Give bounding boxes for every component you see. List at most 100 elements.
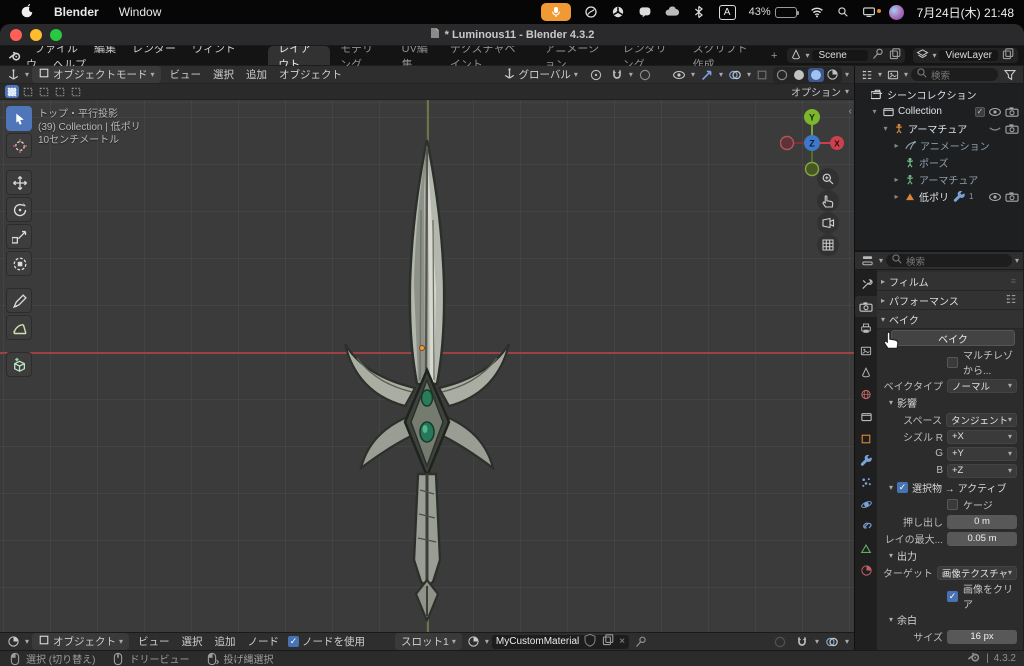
- bake-button[interactable]: ベイク: [891, 330, 1015, 346]
- outliner-item-label[interactable]: シーンコレクション: [887, 87, 977, 102]
- viewport-ortho-grid-button[interactable]: [817, 234, 839, 256]
- navigation-gizmo[interactable]: Y Z X: [780, 108, 844, 178]
- dropdown-G[interactable]: +Y▾: [947, 447, 1017, 461]
- value-field-レイの最大...[interactable]: 0.05 m: [947, 532, 1017, 546]
- menubar-item-window[interactable]: Window: [109, 5, 172, 19]
- unlink-material-icon[interactable]: ×: [619, 636, 625, 647]
- properties-editor-icon[interactable]: [859, 254, 876, 267]
- value-field-サイズ[interactable]: 16 px: [947, 630, 1017, 644]
- dropdown-ターゲット[interactable]: 画像テクスチャ▾: [937, 566, 1017, 580]
- viewport-menu-選択[interactable]: 選択: [207, 69, 240, 81]
- close-window-button[interactable]: [10, 29, 22, 41]
- tool-measure-button[interactable]: [6, 315, 32, 340]
- properties-tab-collection[interactable]: [855, 406, 877, 427]
- disclosure-closed-icon[interactable]: ▸: [892, 141, 901, 150]
- scene-name[interactable]: Scene: [812, 50, 868, 61]
- workspace-tab-レンダリング[interactable]: レンダリング: [613, 46, 683, 65]
- proportional-edit-icon[interactable]: [771, 635, 789, 649]
- display-mode-icon[interactable]: [885, 69, 901, 81]
- panel-drag-handle[interactable]: ≡: [1011, 276, 1017, 286]
- scene-selector[interactable]: ▾ Scene: [787, 48, 905, 63]
- use-nodes-checkbox[interactable]: ✓: [288, 636, 299, 647]
- tool-add-cube-button[interactable]: [6, 352, 32, 377]
- options-dropdown[interactable]: オプション ▾: [791, 84, 849, 99]
- eye-closed-icon[interactable]: [988, 122, 1002, 136]
- panel-header-フィルム[interactable]: ▸フィルム≡: [877, 272, 1023, 291]
- eye-icon[interactable]: [988, 190, 1002, 204]
- sword-model[interactable]: [317, 130, 537, 622]
- workspace-tab-テクスチャペイント[interactable]: テクスチャペイント: [440, 46, 535, 65]
- disclosure-open-icon[interactable]: ▾: [881, 124, 890, 133]
- snap-magnet-icon[interactable]: [608, 68, 626, 82]
- zoom-window-button[interactable]: [50, 29, 62, 41]
- properties-tab-scene[interactable]: [855, 362, 877, 383]
- orientation-dropdown[interactable]: グローバル ▾: [497, 66, 584, 84]
- properties-tab-material[interactable]: [855, 560, 877, 581]
- overlays-dropdown[interactable]: [823, 635, 841, 649]
- subsection-header-影響[interactable]: ▾影響: [877, 394, 1023, 411]
- outliner-item-label[interactable]: アニメーション: [920, 138, 990, 153]
- snap-magnet-icon[interactable]: [793, 635, 811, 649]
- tool-move-button[interactable]: [6, 170, 32, 195]
- shader-menu-追加[interactable]: 追加: [209, 636, 242, 648]
- properties-search-input[interactable]: 検索: [886, 254, 1012, 267]
- subsection-header-出力[interactable]: ▾出力: [877, 547, 1023, 564]
- outliner-item-label[interactable]: アーマチュア: [919, 172, 978, 187]
- shading-material-button[interactable]: [808, 68, 824, 82]
- tool-transform-button[interactable]: [6, 251, 32, 276]
- mode-dropdown[interactable]: オブジェクトモード ▾: [32, 66, 161, 83]
- viewport-menu-オブジェクト[interactable]: オブジェクト: [273, 69, 348, 81]
- outliner-row[interactable]: ▸ アーマチュア: [855, 171, 1023, 188]
- outliner-editor-icon[interactable]: [859, 69, 875, 81]
- workspace-tab-レイアウト[interactable]: レイアウト: [268, 46, 330, 65]
- disclosure-closed-icon[interactable]: ▸: [892, 175, 901, 184]
- copy-material-icon[interactable]: [601, 633, 615, 650]
- material-slot-dropdown[interactable]: スロット1 ▾: [395, 633, 462, 650]
- outliner-search-input[interactable]: 検索: [911, 68, 998, 81]
- shading-solid-button[interactable]: [791, 68, 807, 82]
- blender-logo-icon[interactable]: [6, 49, 24, 63]
- disclosure-closed-icon[interactable]: ▸: [892, 192, 901, 201]
- menubar-item-blender[interactable]: Blender: [44, 5, 109, 19]
- menubar-clock[interactable]: 7月24日(木) 21:48: [917, 4, 1014, 21]
- new-viewlayer-icon[interactable]: [1001, 47, 1015, 64]
- xray-toggle-icon[interactable]: [754, 69, 770, 81]
- properties-tab-constraints[interactable]: [855, 516, 877, 537]
- siri-icon[interactable]: [889, 5, 904, 20]
- shader-editor-type-icon[interactable]: [5, 635, 22, 648]
- pivot-point-dropdown[interactable]: [587, 68, 605, 82]
- outliner-row[interactable]: ポーズ: [855, 154, 1023, 171]
- input-source-indicator[interactable]: A: [719, 5, 736, 20]
- subsection-header-選択物 → アクティブ[interactable]: ▾✓選択物 → アクティブ: [877, 479, 1023, 496]
- outliner-row[interactable]: ▸低ポリ1: [855, 188, 1023, 205]
- outliner-item-label[interactable]: ポーズ: [919, 155, 949, 170]
- properties-tab-particles[interactable]: [855, 472, 877, 493]
- eye-icon[interactable]: [988, 105, 1002, 119]
- window-titlebar[interactable]: * Luminous11 - Blender 4.3.2: [0, 24, 1024, 46]
- fake-user-shield-icon[interactable]: [583, 633, 597, 650]
- material-browse-icon[interactable]: [465, 635, 482, 648]
- add-workspace-button[interactable]: +: [763, 49, 785, 63]
- properties-tab-object[interactable]: [855, 428, 877, 449]
- select-mode-invert[interactable]: [53, 85, 67, 98]
- properties-tab-render[interactable]: [855, 296, 877, 317]
- subsection-header-余白[interactable]: ▾余白: [877, 611, 1023, 628]
- viewlayer-selector[interactable]: ▾ ViewLayer: [913, 48, 1018, 63]
- select-mode-subtract[interactable]: [37, 85, 51, 98]
- properties-tab-modifiers[interactable]: [855, 450, 877, 471]
- viewport-menu-ビュー[interactable]: ビュー: [164, 69, 208, 81]
- shader-menu-ノード[interactable]: ノード: [242, 636, 286, 648]
- panel-header-ベイク[interactable]: ▾ベイク: [877, 310, 1023, 329]
- overlays-dropdown[interactable]: [726, 68, 744, 82]
- outliner-row[interactable]: シーンコレクション: [855, 86, 1023, 103]
- workspace-tab-UV編集[interactable]: UV編集: [392, 46, 440, 65]
- properties-tab-world[interactable]: [855, 384, 877, 405]
- microphone-indicator[interactable]: [541, 3, 571, 21]
- outliner-item-label[interactable]: アーマチュア: [908, 121, 967, 136]
- disclosure-open-icon[interactable]: ▾: [870, 107, 879, 116]
- panel-header-パフォーマンス[interactable]: ▸パフォーマンス: [877, 291, 1023, 310]
- shader-mode-dropdown[interactable]: オブジェクト ▾: [32, 633, 129, 650]
- properties-tab-data[interactable]: [855, 538, 877, 559]
- editor-type-icon[interactable]: [5, 68, 22, 81]
- tool-cursor-button[interactable]: [6, 133, 32, 158]
